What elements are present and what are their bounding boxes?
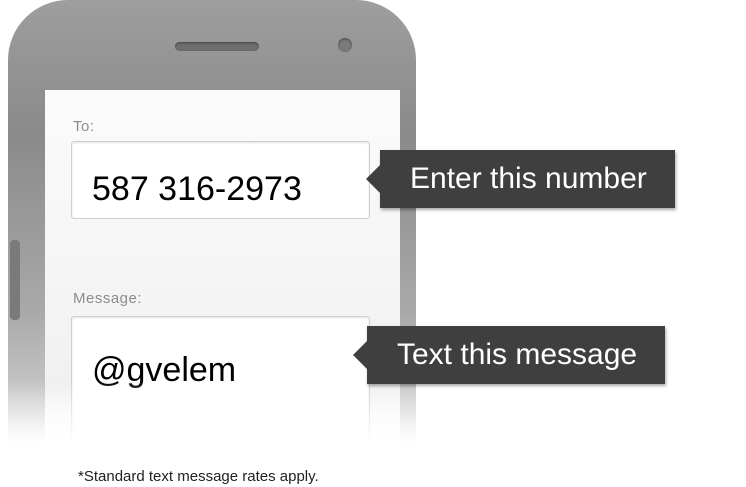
enter-number-callout: Enter this number [366, 150, 675, 208]
bottom-fade [0, 380, 746, 450]
camera-icon [338, 38, 352, 52]
rates-footnote: *Standard text message rates apply. [78, 468, 319, 485]
text-message-callout: Text this message [352, 326, 666, 384]
to-label: To: [73, 118, 95, 135]
phone-side-button [10, 240, 20, 320]
speaker-grille [175, 42, 259, 51]
to-field[interactable]: 587 316-2973 [71, 141, 370, 219]
phone-illustration: To: 587 316-2973 Message: @gvelem [8, 0, 416, 448]
to-value: 587 316-2973 [92, 170, 302, 208]
message-label: Message: [73, 290, 143, 307]
